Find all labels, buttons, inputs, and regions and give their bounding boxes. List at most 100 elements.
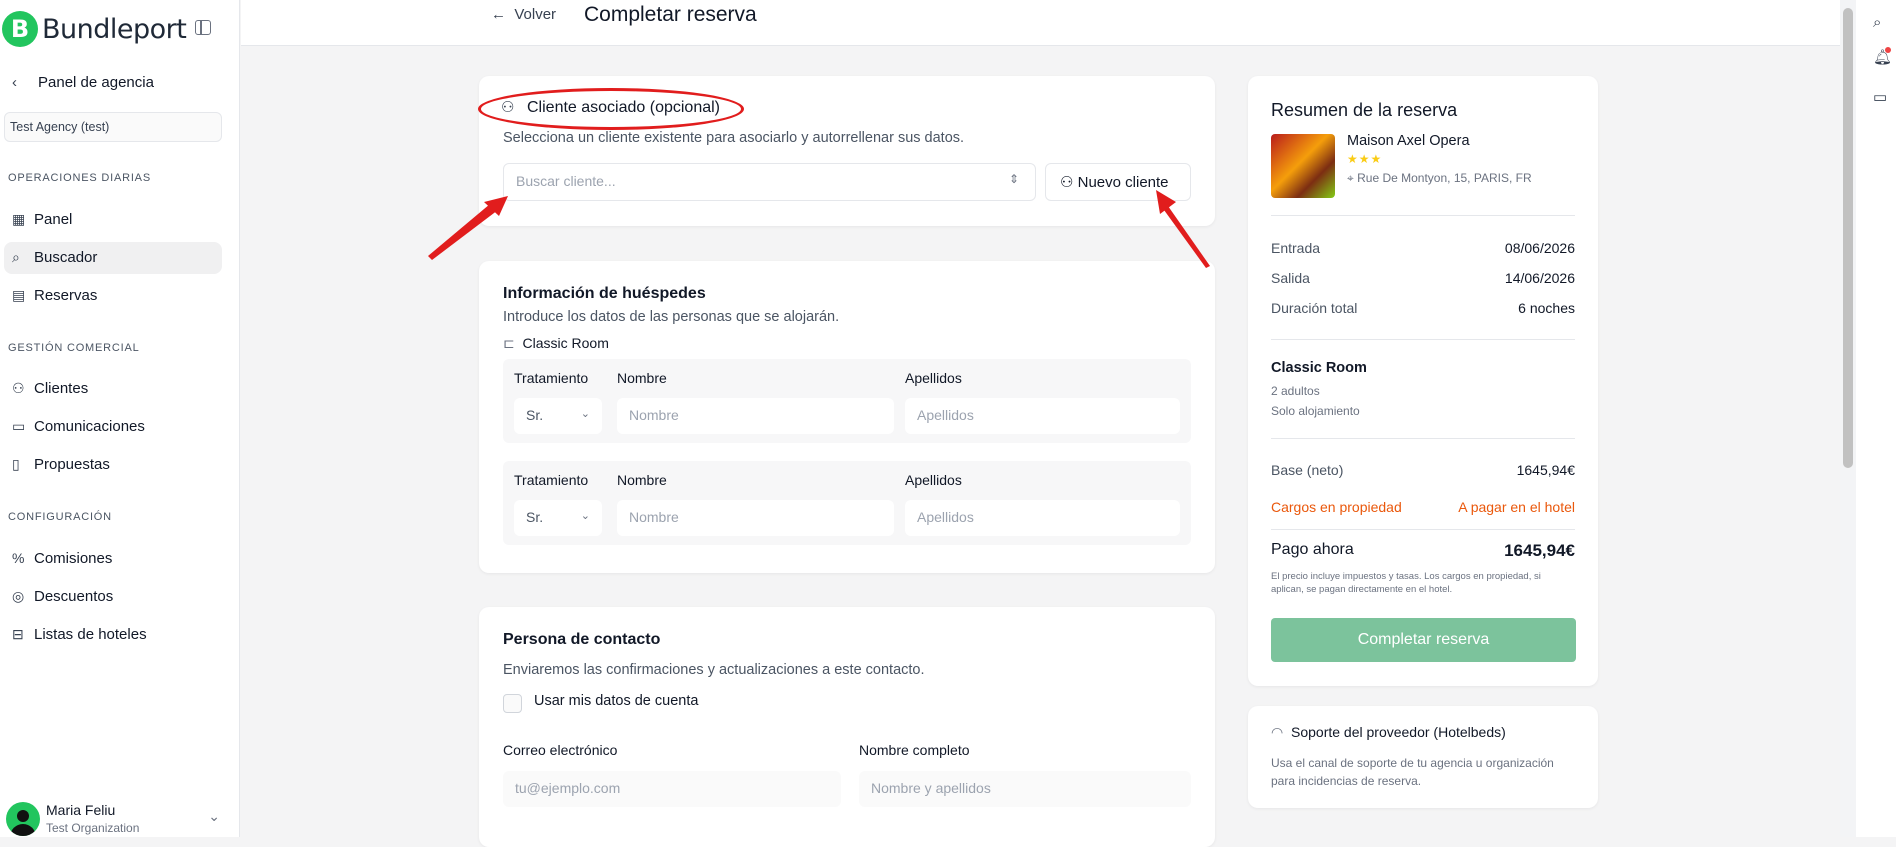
treatment-select[interactable]: Sr. ⌄ [514,500,602,536]
notification-dot [1885,47,1891,53]
sidebar-toggle-icon[interactable] [195,20,211,35]
sidebar-item-label: Reservas [34,287,98,304]
fullname-field[interactable]: Nombre y apellidos [859,771,1191,807]
checkin-row: Entrada 08/06/2026 [1271,240,1575,256]
charges-label: Cargos en propiedad [1271,499,1402,515]
first-name-input[interactable]: Nombre [617,398,894,434]
sidebar-item-comisiones[interactable]: % Comisiones [4,543,222,575]
guests-card-subtitle: Introduce los datos de las personas que … [503,309,840,325]
user-name: Maria Feliu [46,802,116,818]
pay-now-value: 1645,94€ [1504,541,1575,560]
duration-row: Duración total 6 noches [1271,300,1575,316]
summary-title: Resumen de la reserva [1271,100,1458,120]
new-client-button[interactable]: ⚇ Nuevo cliente [1045,163,1191,201]
use-account-checkbox[interactable] [503,694,522,713]
email-field[interactable]: tu@ejemplo.com [503,771,841,807]
pay-now-row: Pago ahora 1645,94€ [1271,541,1575,560]
back-button-label: Volver [514,6,557,23]
duration-value: 6 noches [1518,300,1575,316]
sidebar-item-label: Buscador [34,249,98,266]
user-plus-icon: ⚇ [1060,174,1074,191]
scrollbar-thumb[interactable] [1843,8,1853,468]
client-search-placeholder: Buscar cliente... [516,173,616,189]
commission-icon: % [12,550,25,566]
search-icon[interactable]: ⌕ [1873,14,1881,31]
topbar [241,0,1840,46]
hotel-address: ⌖ Rue De Montyon, 15, PARIS, FR [1347,171,1532,186]
bookmark-icon: ⊟ [12,626,24,642]
avatar [6,802,40,836]
calendar-icon: ▤ [12,287,26,303]
client-card: ⚇ Cliente asociado (opcional) Selecciona… [479,76,1215,226]
sidebar-item-buscador[interactable]: ⌕ Buscador [4,242,222,274]
divider [1271,215,1575,216]
checkin-label: Entrada [1271,240,1321,256]
sidebar-item-listas-hoteles[interactable]: ⊟ Listas de hoteles [4,619,222,651]
headphones-icon: ◠ [1271,724,1284,740]
sidebar-item-descuentos[interactable]: ◎ Descuentos [4,581,222,613]
sidebar-item-panel[interactable]: ▦ Panel [4,204,222,236]
price-disclaimer: El precio incluye impuestos y tasas. Los… [1271,571,1541,595]
checkin-value: 08/06/2026 [1504,240,1575,256]
sidebar-item-propuestas[interactable]: ▯ Propuestas [4,449,222,481]
feedback-icon[interactable]: ▭ [1873,88,1887,106]
duration-label: Duración total [1271,300,1358,316]
checkout-value: 14/06/2026 [1504,270,1575,286]
support-card: ◠ Soporte del proveedor (Hotelbeds) Usa … [1248,706,1598,808]
sidebar-item-reservas[interactable]: ▤ Reservas [4,280,222,312]
discount-icon: ◎ [12,588,25,604]
sidebar-item-label: Comunicaciones [34,418,145,435]
client-search-select[interactable]: Buscar cliente... ⇕ [503,163,1036,201]
treatment-label: Tratamiento [514,472,589,488]
sidebar-item-label: Comisiones [34,550,113,567]
contact-card: Persona de contacto Enviaremos las confi… [479,607,1215,847]
base-label: Base (neto) [1271,462,1344,478]
section-title-config: CONFIGURACIÓN [8,511,112,523]
summary-room-name: Classic Room [1271,360,1367,376]
last-name-label: Apellidos [905,370,962,386]
message-icon: ▭ [12,418,26,434]
first-name-label: Nombre [617,370,667,386]
sidebar: B Bundleport ‹ Panel de agencia Test Agen… [0,0,240,837]
agency-selector[interactable]: Test Agency (test) [4,112,222,142]
back-to-agency-panel[interactable]: ‹ Panel de agencia [12,74,154,91]
user-menu[interactable]: Maria Feliu Test Organization ⌄ [4,800,234,837]
new-client-label: Nuevo cliente [1077,174,1169,191]
map-pin-icon: ⌖ [1347,171,1354,185]
sidebar-item-clientes[interactable]: ⚇ Clientes [4,373,222,405]
support-text: Usa el canal de soporte de tu agencia u … [1271,756,1554,788]
treatment-select[interactable]: Sr. ⌄ [514,398,602,434]
back-button[interactable]: ← Volver [491,6,556,23]
fullname-label: Nombre completo [859,742,970,758]
logo-text: Bundleport [42,14,187,45]
sidebar-item-label: Clientes [34,380,89,397]
guests-card: Información de huéspedes Introduce los d… [479,261,1215,573]
base-row: Base (neto) 1645,94€ [1271,462,1575,478]
hotel-name: Maison Axel Opera [1347,133,1470,149]
back-to-agency-label: Panel de agencia [38,74,154,91]
divider [1271,438,1575,439]
dashboard-icon: ▦ [12,211,26,227]
complete-booking-button[interactable]: Completar reserva [1271,618,1576,662]
search-icon: ⌕ [12,249,20,265]
last-name-input[interactable]: Apellidos [905,500,1180,536]
guest-row-1: Tratamiento Nombre Apellidos Sr. ⌄ Nombre… [503,359,1191,443]
charges-row: Cargos en propiedad A pagar en el hotel [1271,499,1575,515]
first-name-input[interactable]: Nombre [617,500,894,536]
last-name-label: Apellidos [905,472,962,488]
bed-icon: ⊏ [503,335,515,351]
last-name-input[interactable]: Apellidos [905,398,1180,434]
sidebar-item-label: Listas de hoteles [34,626,147,643]
logo[interactable]: B Bundleport [0,8,240,48]
sidebar-item-comunicaciones[interactable]: ▭ Comunicaciones [4,411,222,443]
chevron-down-icon: ⌄ [580,408,590,420]
sidebar-item-label: Propuestas [34,456,110,473]
chevron-down-icon: ⌄ [208,808,220,824]
contact-card-subtitle: Enviaremos las confirmaciones y actualiz… [503,662,925,678]
user-organization: Test Organization [46,821,140,835]
section-title-commercial: GESTIÓN COMERCIAL [8,342,140,354]
first-name-label: Nombre [617,472,667,488]
hotel-stars: ★★★ [1347,152,1383,166]
sidebar-item-label: Descuentos [34,588,114,605]
treatment-value: Sr. [526,407,544,423]
